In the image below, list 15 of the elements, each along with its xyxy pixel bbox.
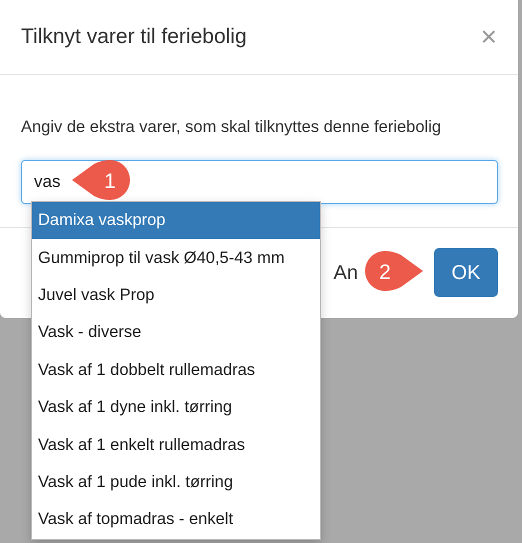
prompt-text: Angiv de ekstra varer, som skal tilknyttes denne feriebolig — [21, 117, 442, 138]
suggestion-item[interactable]: Vask af 1 dobbelt rullemadras — [32, 352, 320, 389]
suggestion-item[interactable]: Gummiprop til vask Ø40,5-43 mm — [32, 239, 320, 277]
suggestion-item[interactable]: Vask af 1 pude inkl. tørring — [32, 464, 320, 502]
cancel-button[interactable]: An — [334, 258, 358, 288]
suggestion-item[interactable]: Juvel vask Prop — [32, 276, 320, 314]
dialog-title: Tilknyt varer til feriebolig — [21, 24, 247, 50]
step-marker: 2 — [365, 251, 423, 291]
suggestion-item[interactable]: Vask - diverse — [32, 314, 320, 352]
suggestion-item[interactable]: Vask af topmadras - enkelt — [32, 501, 320, 539]
suggestion-item[interactable]: Vask af 1 enkelt rullemadras — [32, 426, 320, 464]
step-marker: 1 — [72, 160, 130, 200]
suggestion-item[interactable]: Damixa vaskprop — [32, 202, 320, 240]
suggestion-item[interactable]: Vask af 1 dyne inkl. tørring — [32, 388, 320, 426]
ok-button[interactable]: OK — [434, 248, 498, 297]
